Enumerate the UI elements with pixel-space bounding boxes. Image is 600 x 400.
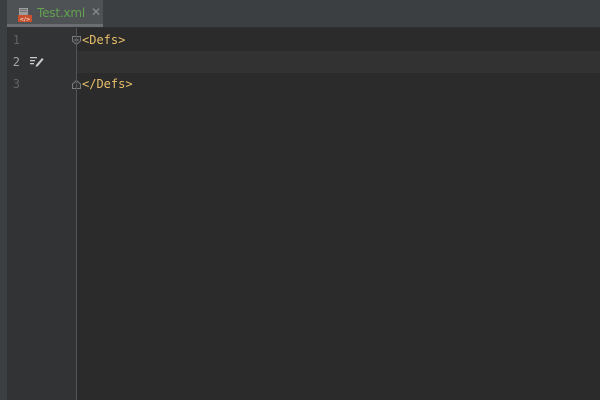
ide-window: </> Test.xml ✕ 1 2 3 <Defs> </Defs>	[0, 0, 600, 400]
close-icon[interactable]: ✕	[91, 5, 101, 19]
svg-text:</>: </>	[19, 17, 30, 23]
edit-pencil-icon[interactable]	[30, 55, 44, 67]
line-number-current: 2	[12, 55, 20, 69]
xml-file-icon: </>	[18, 8, 32, 23]
gutter-divider	[76, 28, 77, 400]
tab-label: Test.xml	[37, 6, 85, 20]
line-number: 1	[12, 33, 20, 47]
tab-test-xml[interactable]: </> Test.xml ✕	[7, 0, 103, 27]
code-line[interactable]: </Defs>	[82, 73, 133, 95]
code-line[interactable]: <Defs>	[82, 29, 125, 51]
editor-tab-bar: </> Test.xml ✕	[7, 0, 600, 28]
editor-gutter: 1 2 3	[8, 28, 81, 400]
line-number: 3	[12, 77, 20, 91]
current-line-highlight	[77, 51, 600, 73]
left-tool-strip	[0, 0, 8, 400]
